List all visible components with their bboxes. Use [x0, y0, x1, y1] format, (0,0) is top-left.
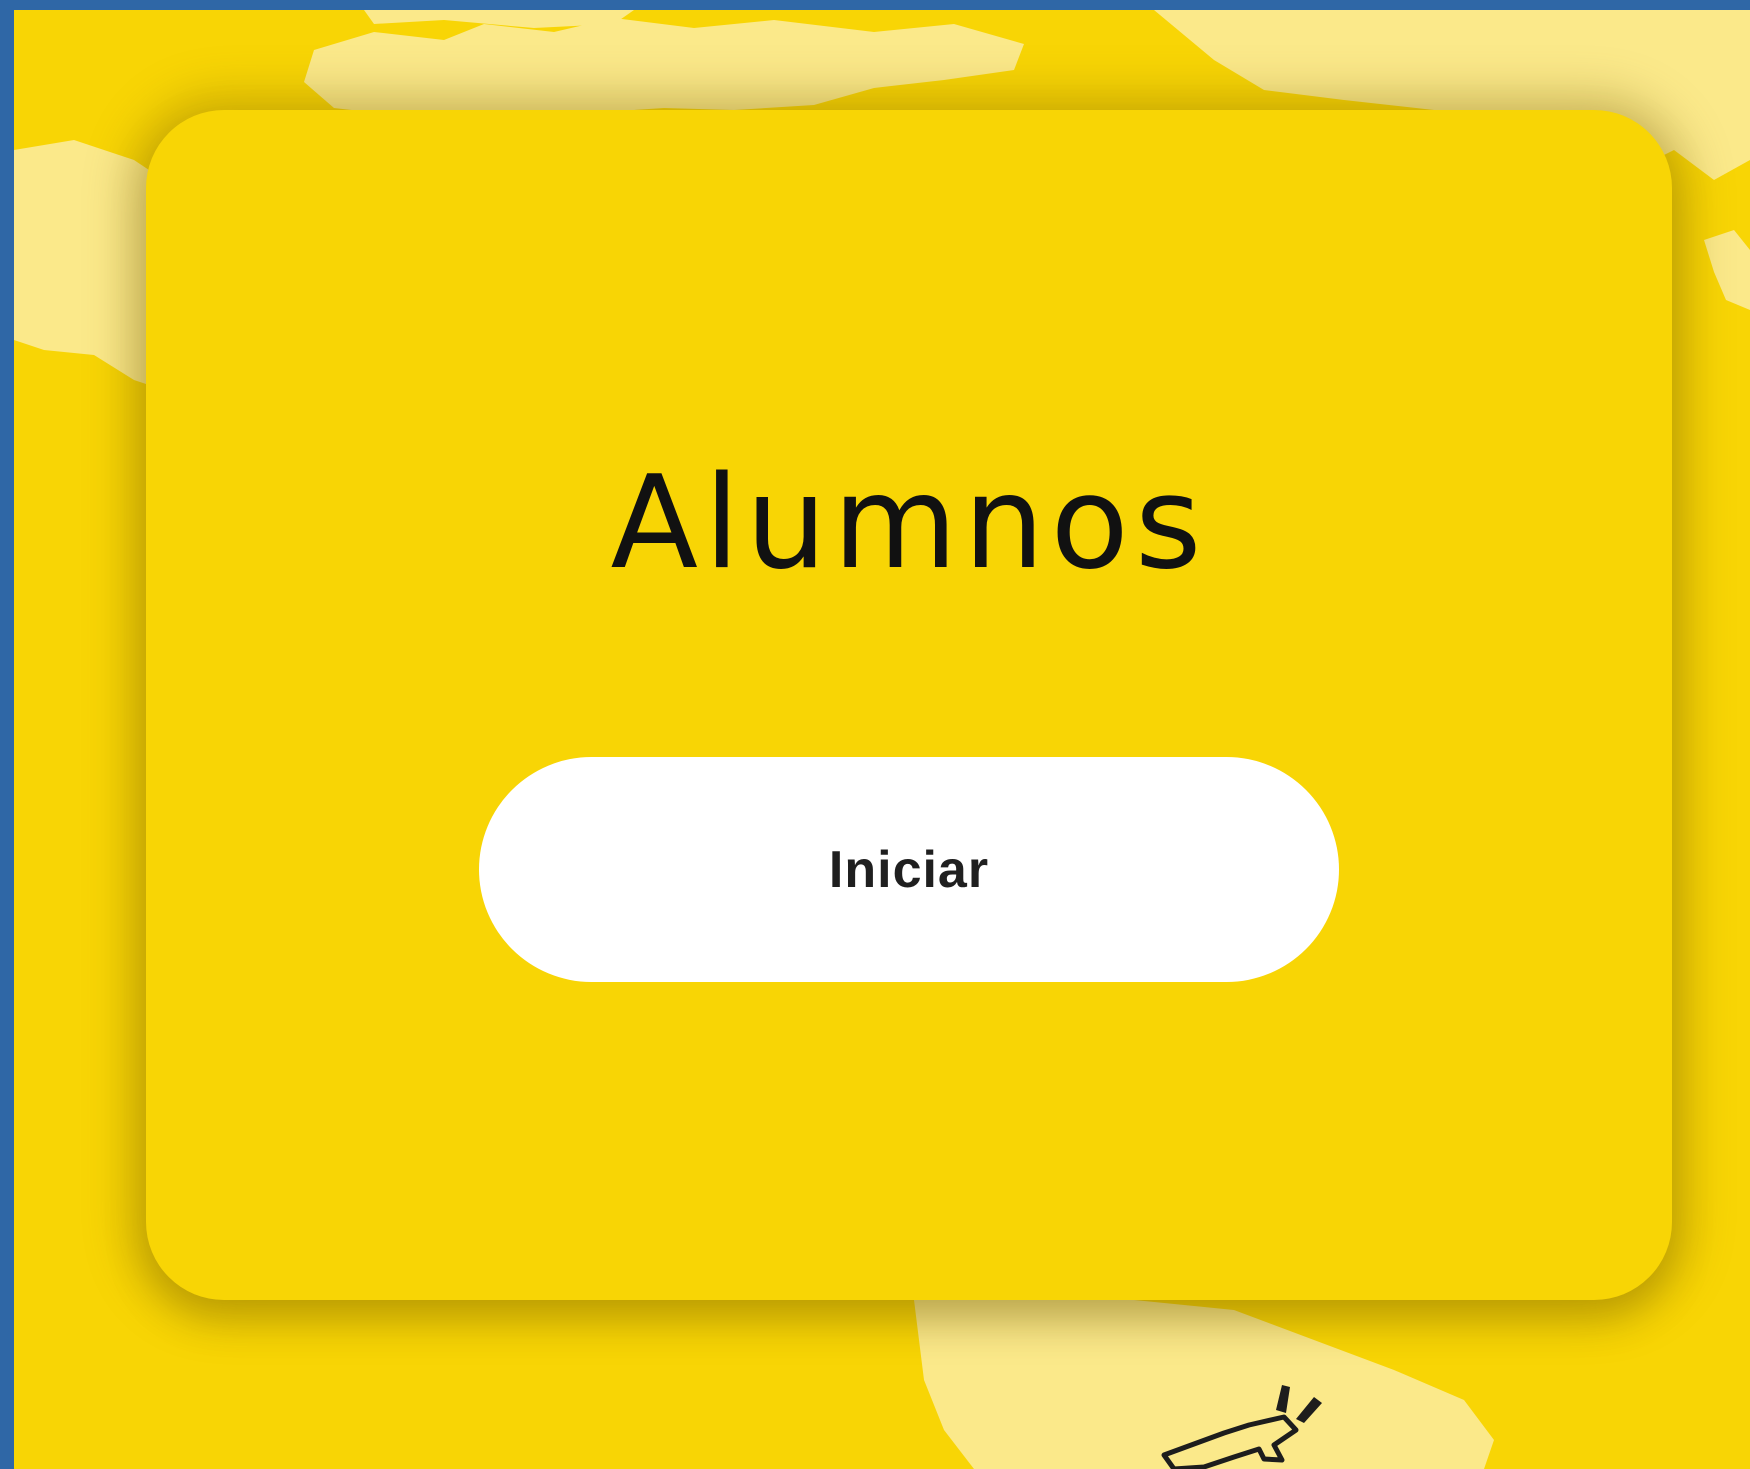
card-title: Alumnos — [610, 449, 1208, 598]
start-button[interactable]: Iniciar — [479, 757, 1339, 982]
students-card: Alumnos Iniciar — [146, 110, 1672, 1300]
app-viewport: Alumnos Iniciar — [14, 10, 1750, 1469]
